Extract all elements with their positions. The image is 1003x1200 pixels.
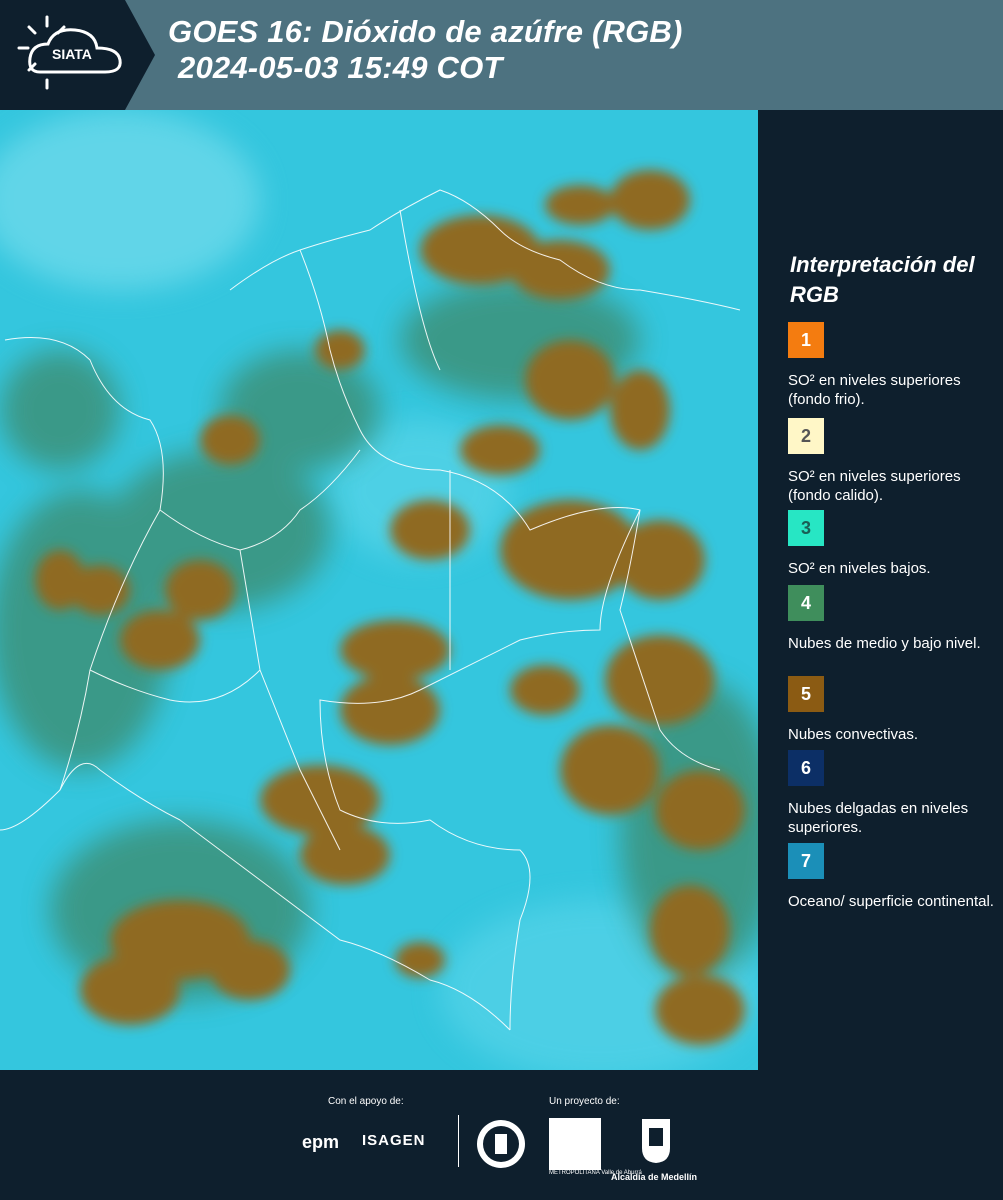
header: SIATA GOES 16: Dióxido de azúfre (RGB) 2… (0, 0, 1003, 110)
epm-logo: epm (302, 1132, 340, 1152)
legend-label-3: SO² en niveles bajos. (788, 560, 931, 577)
legend-label-4: Nubes de medio y bajo nivel. (788, 635, 981, 652)
siata-logo-text: SIATA (52, 46, 92, 62)
footer: Con el apoyo de: Un proyecto de: epm ISA… (0, 1070, 1003, 1200)
medellin-seal-icon (477, 1120, 525, 1168)
legend-swatch-4: 4 (788, 585, 824, 621)
legend-label-7: Oceano/ superficie continental. (788, 893, 994, 910)
legend-label-5: Nubes convectivas. (788, 726, 919, 743)
area-metropolitana-logo (549, 1118, 601, 1170)
siata-logo: SIATA (0, 0, 160, 110)
legend-item-6: 6 Nubes delgadas en niveles superiores. (788, 750, 998, 837)
legend-item-2: 2 SO² en niveles superiores (fondo calid… (788, 418, 998, 505)
legend-swatch-6: 6 (788, 750, 824, 786)
legend-swatch-1: 1 (788, 322, 824, 358)
legend-label-2: SO² en niveles superiores (fondo calido)… (788, 468, 961, 504)
legend-label-1: SO² en niveles superiores (fondo frio). (788, 372, 961, 408)
legend-swatch-2: 2 (788, 418, 824, 454)
legend-item-1: 1 SO² en niveles superiores (fondo frio)… (788, 322, 998, 409)
alcaldia-shield-icon (642, 1119, 670, 1163)
satellite-map (0, 110, 758, 1070)
page-title: GOES 16: Dióxido de azúfre (RGB) 2024-05… (168, 14, 683, 86)
alcaldia-text: Alcaldía de Medellín (611, 1172, 698, 1182)
isagen-logo: ISAGEN (362, 1132, 426, 1149)
legend-panel: Interpretación del RGB 1 SO² en niveles … (760, 110, 1003, 1070)
legend-swatch-7: 7 (788, 843, 824, 879)
legend-item-4: 4 Nubes de medio y bajo nivel. (788, 585, 998, 653)
legend-item-5: 5 Nubes convectivas. (788, 676, 998, 744)
title-line-1: GOES 16: Dióxido de azúfre (RGB) (168, 14, 683, 49)
footer-divider (458, 1115, 459, 1167)
support-label: Con el apoyo de: (328, 1096, 404, 1107)
project-label: Un proyecto de: (549, 1096, 620, 1107)
legend-item-3: 3 SO² en niveles bajos. (788, 510, 998, 578)
legend-swatch-3: 3 (788, 510, 824, 546)
legend-item-7: 7 Oceano/ superficie continental. (788, 843, 998, 911)
title-line-2: 2024-05-03 15:49 COT (178, 50, 503, 85)
legend-title: Interpretación del RGB (790, 252, 975, 307)
satellite-map-image (0, 110, 758, 1070)
legend-swatch-5: 5 (788, 676, 824, 712)
legend-label-6: Nubes delgadas en niveles superiores. (788, 800, 969, 836)
